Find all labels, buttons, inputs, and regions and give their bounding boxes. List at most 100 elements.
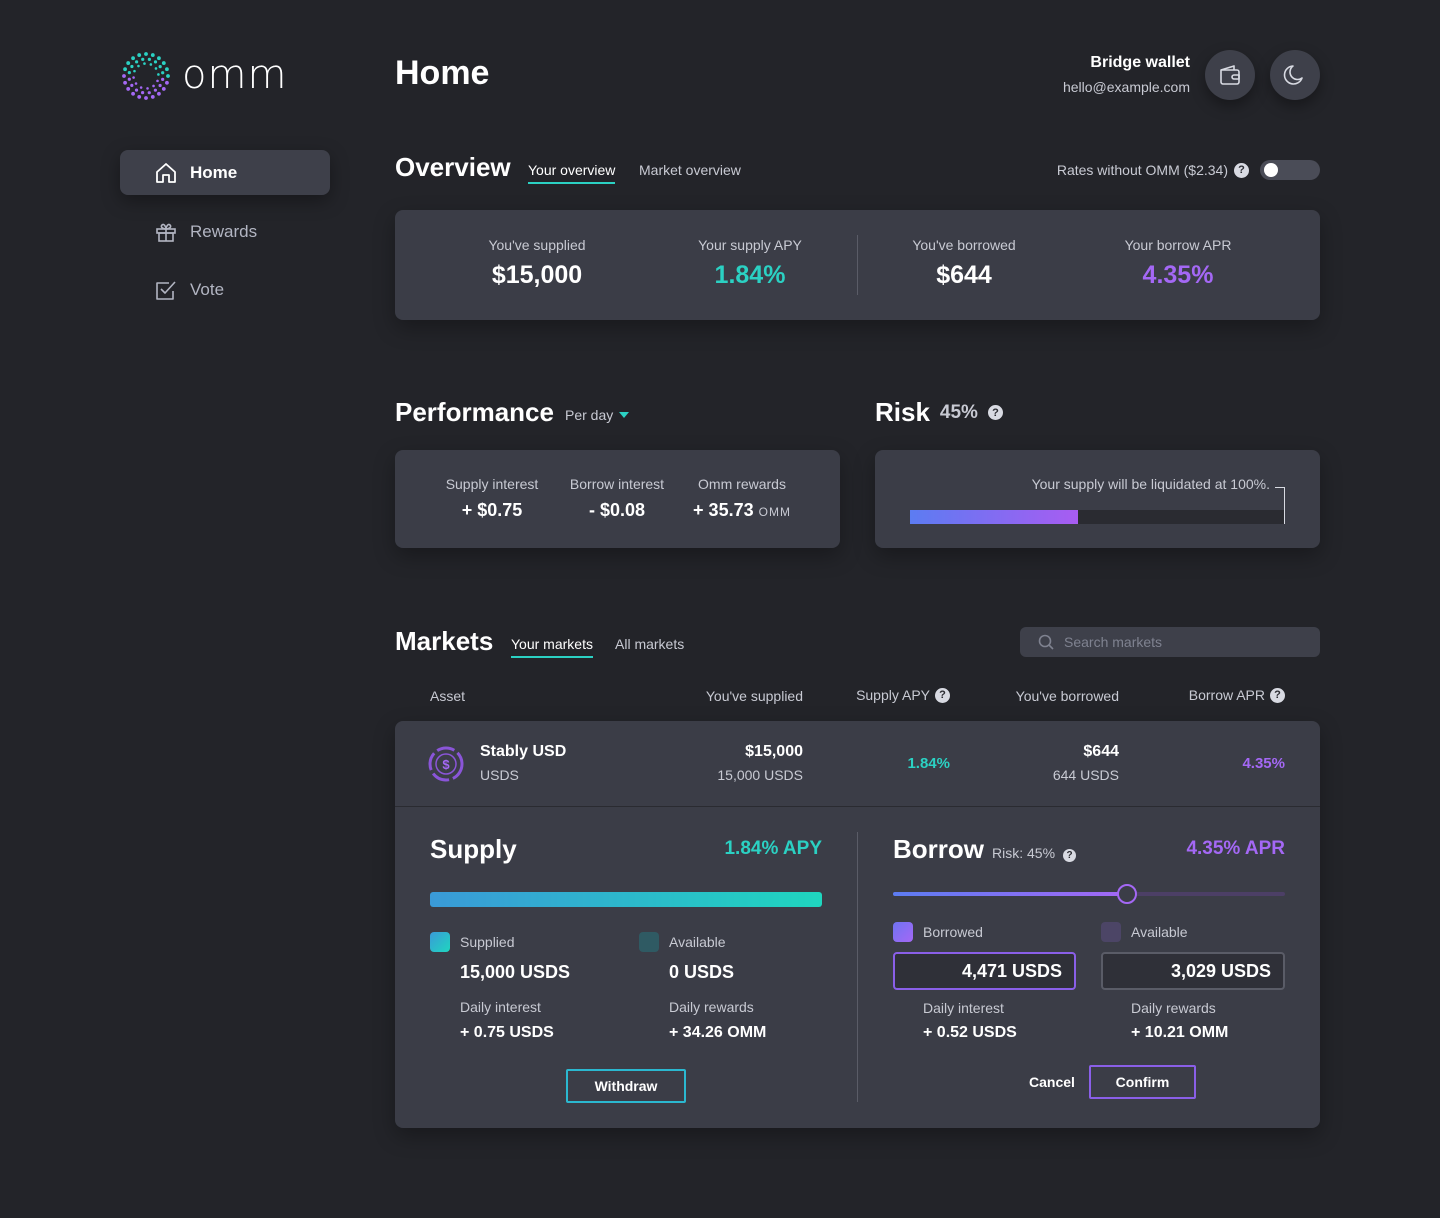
logo-dot <box>122 74 126 78</box>
risk-title: Risk <box>875 397 930 427</box>
logo-dot <box>131 91 135 96</box>
col-supply-apy: Supply APY ? <box>856 687 950 703</box>
logo-dot <box>153 88 157 92</box>
table-row[interactable]: $ Stably USD USDS $15,000 15,000 USDS 1.… <box>395 721 1320 806</box>
col-asset: Asset <box>430 688 466 704</box>
logo-dot <box>147 91 151 95</box>
perf-value: + 35.73 OMM <box>685 500 799 521</box>
daily-interest-label: Daily interest <box>923 1000 1004 1016</box>
logo-dot <box>123 67 127 72</box>
caret-down-icon <box>619 412 630 418</box>
cancel-button[interactable]: Cancel <box>1029 1074 1075 1090</box>
logo-dot <box>130 83 134 87</box>
help-icon[interactable]: ? <box>987 405 1003 420</box>
logo-dot <box>156 79 159 83</box>
wallet-button[interactable] <box>1205 50 1255 100</box>
supplied-usd: $15,000 <box>745 743 803 760</box>
borrowed-legend: Borrowed <box>893 922 983 942</box>
col-label: Supply APY <box>856 687 930 703</box>
risk-heading: Risk 45% ? <box>875 397 1003 428</box>
logo-dot <box>137 64 140 68</box>
help-icon[interactable]: ? <box>1234 162 1249 178</box>
omm-logo[interactable]: omm <box>120 50 290 102</box>
sidebar-item-home[interactable]: Home <box>120 150 330 195</box>
risk-value: 45% <box>939 401 978 423</box>
stat-divider <box>857 235 858 295</box>
brand-name: omm <box>182 52 288 98</box>
tab-your-markets[interactable]: Your markets <box>511 636 593 658</box>
sidebar-item-vote[interactable]: Vote <box>120 267 330 312</box>
logo-dot <box>166 74 170 78</box>
theme-toggle-button[interactable] <box>1270 50 1320 100</box>
search-icon <box>1038 634 1054 650</box>
logo-dot <box>133 69 136 73</box>
logo-dot <box>141 57 145 61</box>
perf-label: Omm rewards <box>698 476 786 492</box>
confirm-button[interactable]: Confirm <box>1089 1065 1196 1099</box>
search-input[interactable]: Search markets <box>1020 627 1320 657</box>
risk-card: Your supply will be liquidated at 100%. <box>875 450 1320 548</box>
tab-your-overview[interactable]: Your overview <box>528 162 616 184</box>
perf-label: Supply interest <box>445 476 539 492</box>
logo-dot <box>131 56 135 61</box>
perf-supply-interest: Supply interest + $0.75 <box>433 476 551 521</box>
logo-dot <box>135 60 139 64</box>
rates-toggle[interactable] <box>1260 160 1320 180</box>
perf-label: Borrow interest <box>569 476 665 492</box>
help-icon[interactable]: ? <box>1270 687 1285 703</box>
logo-dot <box>157 56 161 61</box>
wallet-name: Bridge wallet <box>1090 54 1190 71</box>
available-label: Available <box>1131 924 1188 940</box>
market-card: $ Stably USD USDS $15,000 15,000 USDS 1.… <box>395 721 1320 1128</box>
sidebar-item-rewards[interactable]: Rewards <box>120 209 330 254</box>
withdraw-button[interactable]: Withdraw <box>566 1069 686 1103</box>
daily-rewards-label: Daily rewards <box>1131 1000 1216 1016</box>
borrowed-input[interactable]: 4,471 USDS <box>893 952 1076 990</box>
overview-card: You've supplied $15,000 Your supply APY … <box>395 210 1320 320</box>
supplied-label: Supplied <box>460 934 515 950</box>
supplied-swatch <box>430 932 450 952</box>
available-swatch <box>1101 922 1121 942</box>
borrow-slider[interactable] <box>893 884 1285 904</box>
period-value: Per day <box>565 407 614 423</box>
borrow-slider-handle[interactable] <box>1117 884 1138 904</box>
available-input[interactable]: 3,029 USDS <box>1101 952 1285 990</box>
stat-supply-apy: Your supply APY 1.84% <box>685 237 815 290</box>
daily-rewards-value: + 10.21 OMM <box>1131 1024 1229 1041</box>
stat-label: Your supply APY <box>698 237 802 253</box>
overview-title: Overview <box>395 152 511 182</box>
borrow-apr-label: 4.35% APR <box>1186 838 1285 859</box>
tab-all-markets[interactable]: All markets <box>615 636 684 656</box>
logo-dot <box>150 95 155 99</box>
logo-dot <box>153 60 158 64</box>
asset-symbol: USDS <box>480 767 519 783</box>
omm-rewards-amount: + 35.73 <box>693 500 754 520</box>
borrowed-usd: $644 <box>1083 743 1119 760</box>
available-label: Available <box>669 934 726 950</box>
liquidation-marker <box>1284 487 1285 524</box>
stat-label: You've supplied <box>488 237 586 253</box>
supply-slider[interactable] <box>430 892 822 907</box>
omm-unit: OMM <box>758 505 791 519</box>
logo-dot <box>154 67 158 70</box>
logo-dot <box>141 91 145 95</box>
tab-market-overview[interactable]: Market overview <box>639 162 741 182</box>
logo-dot <box>144 52 148 56</box>
search-placeholder: Search markets <box>1064 634 1163 650</box>
svg-text:$: $ <box>442 757 450 772</box>
logo-dot <box>161 87 166 91</box>
row-divider <box>395 806 1320 807</box>
markets-title: Markets <box>395 626 494 656</box>
stat-borrowed: You've borrowed $644 <box>899 237 1029 290</box>
col-supplied: You've supplied <box>705 688 803 704</box>
help-icon[interactable]: ? <box>935 687 950 703</box>
asset-name: Stably USD <box>480 743 567 760</box>
moon-icon <box>1283 65 1303 85</box>
help-icon[interactable]: ? <box>1063 849 1077 862</box>
period-dropdown[interactable]: Per day <box>565 407 630 423</box>
logo-dot <box>137 53 142 57</box>
daily-interest-label: Daily interest <box>460 999 541 1015</box>
checkbox-icon <box>154 278 178 302</box>
logo-dot <box>147 57 151 61</box>
sidebar-item-label: Vote <box>190 279 225 299</box>
